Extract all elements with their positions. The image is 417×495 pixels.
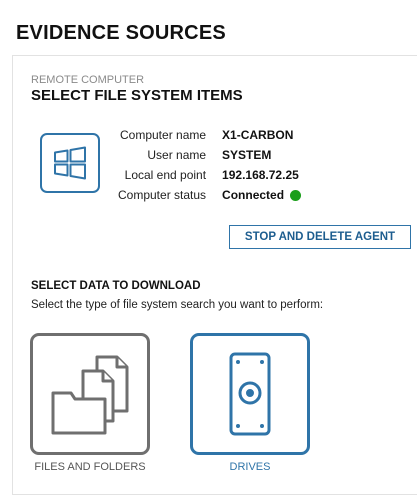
user-name-row: User name SYSTEM [118,145,301,165]
files-and-folders-label: FILES AND FOLDERS [34,461,146,473]
computer-name-row: Computer name X1-CARBON [118,125,301,145]
computer-info-table: Computer name X1-CARBON User name SYSTEM… [118,125,302,205]
os-tile [40,133,100,193]
files-folders-icon [51,355,129,435]
windows-logo-icon [54,146,86,180]
section-eyebrow: REMOTE COMPUTER [31,74,145,86]
download-description: Select the type of file system search yo… [31,299,324,311]
endpoint-label: Local end point [124,168,207,182]
endpoint-value: 192.168.72.25 [222,168,299,182]
status-row: Computer status Connected [118,185,302,205]
download-section-title: SELECT DATA TO DOWNLOAD [31,280,201,292]
section-title: SELECT FILE SYSTEM ITEMS [31,87,243,104]
drives-option[interactable] [190,333,310,455]
status-indicator-icon [290,189,302,201]
drive-icon [229,352,271,436]
page-title: EVIDENCE SOURCES [16,22,226,44]
files-and-folders-option[interactable] [30,333,150,455]
status-label: Computer status [118,188,207,202]
computer-name-value: X1-CARBON [222,128,294,142]
computer-name-label: Computer name [120,128,207,142]
user-name-label: User name [147,148,207,162]
user-name-value: SYSTEM [222,148,272,162]
status-value: Connected [222,188,285,202]
drives-label: DRIVES [229,461,271,473]
endpoint-row: Local end point 192.168.72.25 [118,165,301,185]
stop-and-delete-agent-button[interactable]: STOP AND DELETE AGENT [229,225,411,249]
